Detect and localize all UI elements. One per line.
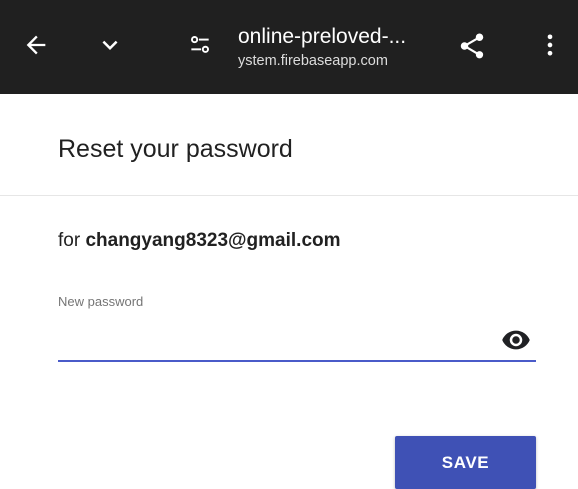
page-info-icon[interactable] xyxy=(180,25,220,65)
more-vert-icon[interactable] xyxy=(530,25,570,65)
divider xyxy=(0,195,578,196)
save-button[interactable]: SAVE xyxy=(395,436,536,489)
account-email: changyang8323@gmail.com xyxy=(85,230,341,251)
browser-toolbar: online-preloved-... ystem.firebaseapp.co… xyxy=(0,0,578,94)
back-arrow-icon[interactable] xyxy=(16,25,56,65)
field-underline xyxy=(58,360,536,362)
new-password-field[interactable] xyxy=(58,322,478,356)
chevron-down-icon[interactable] xyxy=(90,25,130,65)
share-icon[interactable] xyxy=(450,24,494,68)
page-domain: ystem.firebaseapp.com xyxy=(238,53,388,69)
page-title: online-preloved-... xyxy=(238,25,407,48)
eye-icon[interactable] xyxy=(499,325,533,355)
reset-title: Reset your password xyxy=(58,135,293,163)
url-display[interactable]: online-preloved-... ystem.firebaseapp.co… xyxy=(238,25,448,71)
for-prefix: for xyxy=(58,230,86,251)
new-password-label: New password xyxy=(58,294,144,309)
account-line: for changyang8323@gmail.com xyxy=(58,228,341,254)
